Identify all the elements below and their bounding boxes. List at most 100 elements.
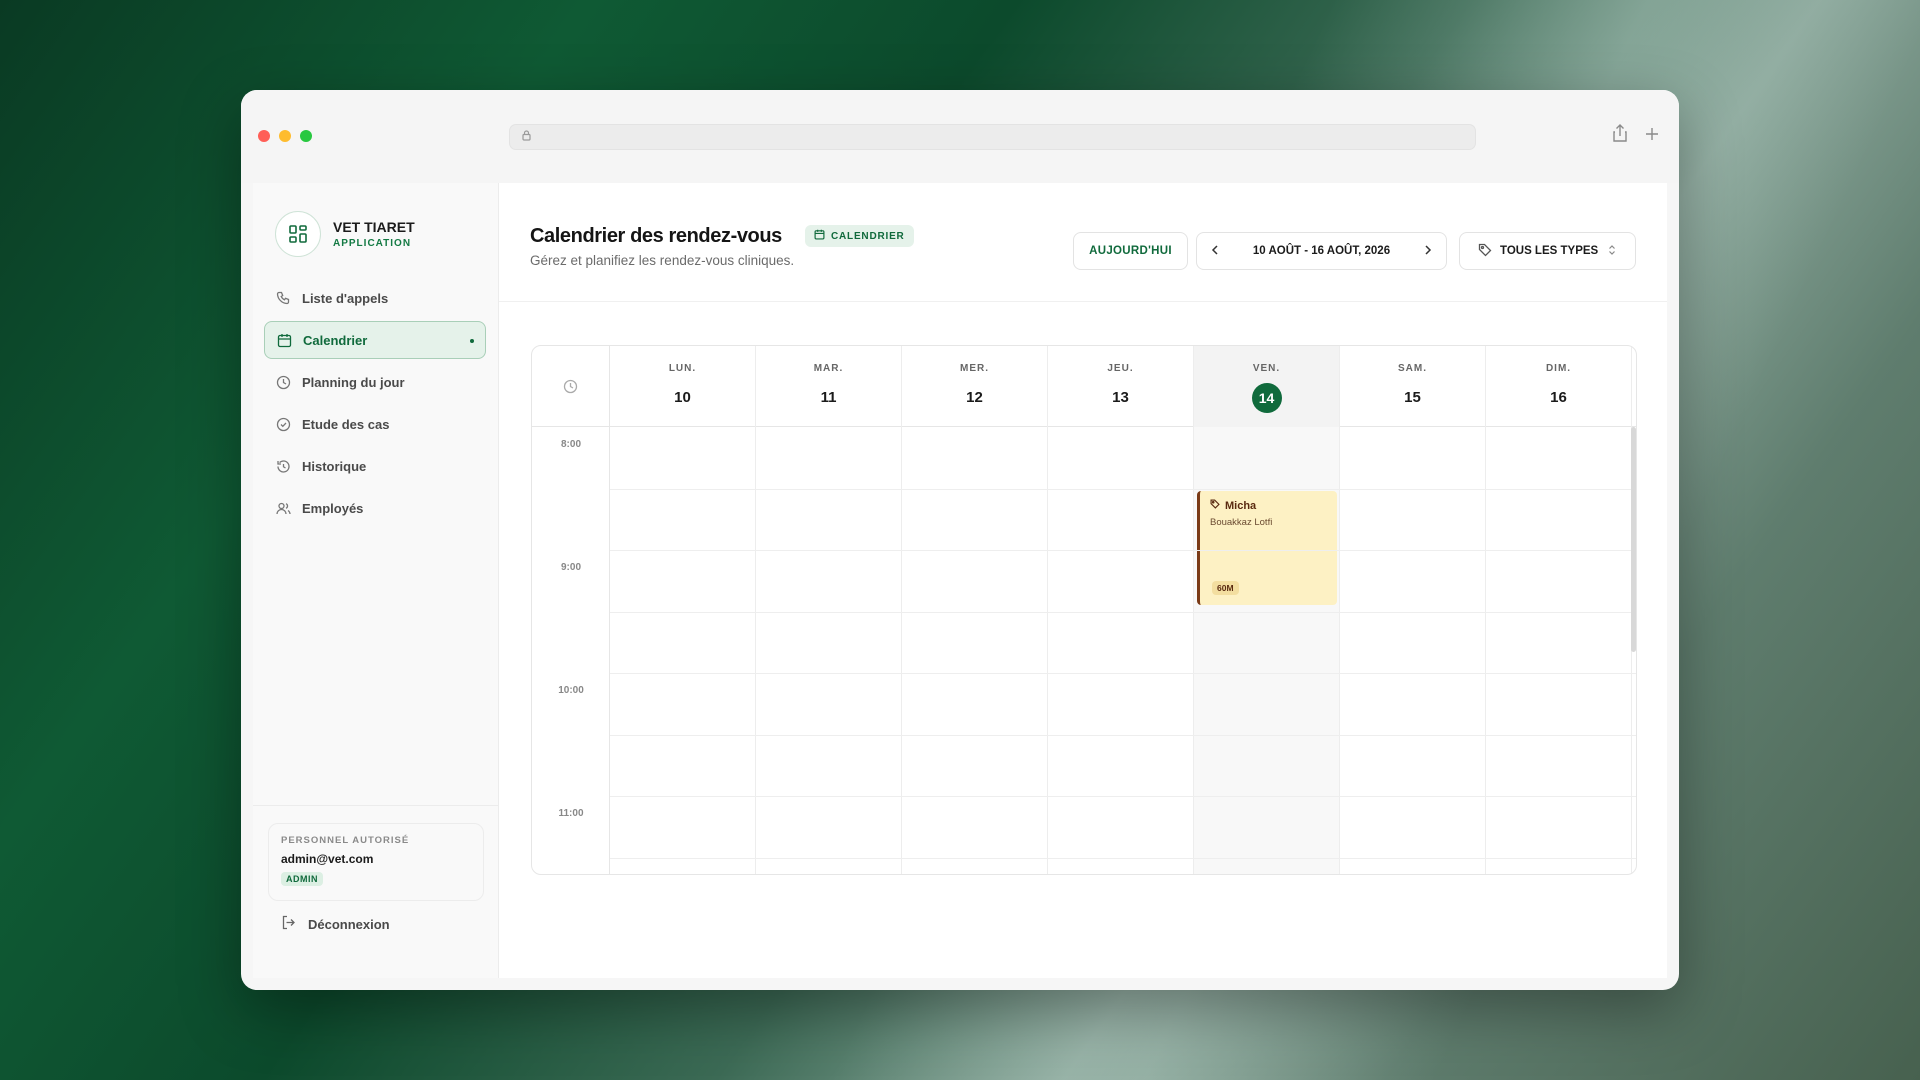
sidebar-item-label: Calendrier — [303, 332, 368, 348]
today-button[interactable]: AUJOURD'HUI — [1073, 232, 1188, 270]
appointment-owner: Bouakkaz Lotfi — [1210, 517, 1273, 528]
history-icon — [275, 458, 291, 474]
header-divider — [499, 301, 1667, 302]
calendar-header: LUN. 10 MAR. 11 MER. 12 JEU. 13 VEN. 14 SAM. 15 DIM.… — [532, 346, 1636, 427]
sidebar-item-historique[interactable]: Historique — [264, 447, 486, 485]
grid-line — [610, 611, 1636, 613]
day-column[interactable] — [756, 427, 902, 874]
day-header[interactable]: VEN. 14 — [1194, 346, 1340, 427]
day-number: 12 — [966, 389, 983, 406]
day-header[interactable]: SAM. 15 — [1340, 346, 1486, 427]
sidebar-item-label: Employés — [302, 500, 364, 516]
day-header[interactable]: LUN. 10 — [610, 346, 756, 427]
calendar-badge-label: CALENDRIER — [831, 230, 905, 242]
day-column[interactable] — [1340, 427, 1486, 874]
sidebar-item-liste-appels[interactable]: Liste d'appels — [264, 279, 486, 317]
calendar-badge: CALENDRIER — [805, 225, 914, 247]
sidebar-item-label: Liste d'appels — [302, 290, 389, 306]
day-header[interactable]: MER. 12 — [902, 346, 1048, 427]
clock-icon — [275, 374, 291, 390]
check-circle-icon — [275, 416, 291, 432]
chevron-up-down-icon — [1608, 244, 1616, 259]
appointment-duration: 60M — [1212, 581, 1239, 595]
week-calendar: LUN. 10 MAR. 11 MER. 12 JEU. 13 VEN. 14 SAM. 15 DIM.… — [531, 345, 1637, 875]
dashboard-icon — [275, 211, 321, 257]
day-number: 14 — [1251, 383, 1282, 413]
calendar-scrollbar[interactable] — [1631, 427, 1636, 652]
day-number: 16 — [1550, 389, 1567, 406]
tag-icon — [1210, 499, 1220, 512]
sidebar-item-employes[interactable]: Employés — [264, 489, 486, 527]
sidebar: VET TIARET APPLICATION Liste d'appels Ca… — [253, 183, 499, 978]
previous-week-icon[interactable] — [1211, 244, 1219, 258]
grid-line — [610, 673, 1636, 674]
sidebar-item-label: Planning du jour — [302, 374, 405, 390]
day-column[interactable] — [610, 427, 756, 874]
sidebar-item-etude-des-cas[interactable]: Etude des cas — [264, 405, 486, 443]
date-range-label: 10 AOÛT - 16 AOÛT, 2026 — [1252, 245, 1391, 257]
day-number: 13 — [1112, 389, 1129, 406]
calendar-icon — [276, 332, 292, 348]
day-header[interactable]: DIM. 16 — [1486, 346, 1632, 427]
calendar-icon — [814, 229, 825, 243]
day-number: 10 — [674, 389, 691, 406]
grid-line — [610, 796, 1636, 797]
logout-label: Déconnexion — [308, 916, 390, 932]
sidebar-item-planning-du-jour[interactable]: Planning du jour — [264, 363, 486, 401]
type-filter-label: TOUS LES TYPES — [1500, 245, 1599, 257]
day-name: VEN. — [1252, 363, 1281, 374]
user-card: PERSONNEL AUTORISÉ admin@vet.com ADMIN — [268, 823, 484, 901]
grid-line — [610, 550, 1636, 551]
users-icon — [275, 500, 291, 516]
address-bar[interactable] — [509, 124, 1476, 150]
brand: VET TIARET APPLICATION — [275, 211, 415, 257]
sidebar-item-label: Etude des cas — [302, 416, 390, 432]
day-name: JEU. — [1107, 363, 1134, 374]
main-panel: Calendrier des rendez-vous CALENDRIER Gé… — [499, 183, 1667, 978]
appointment-card[interactable]: Micha Bouakkaz Lotfi 60M — [1197, 491, 1337, 605]
close-window-button[interactable] — [258, 130, 270, 142]
page-title: Calendrier des rendez-vous — [530, 225, 782, 247]
role-badge: ADMIN — [281, 872, 323, 886]
time-label: 10:00 — [558, 685, 584, 696]
time-column: 8:009:0010:0011:0012:00 — [532, 427, 610, 874]
logout-button[interactable]: Déconnexion — [281, 915, 390, 933]
day-name: SAM. — [1398, 363, 1427, 374]
sidebar-item-calendrier[interactable]: Calendrier — [264, 321, 486, 359]
type-filter-select[interactable]: TOUS LES TYPES — [1459, 232, 1636, 270]
day-header[interactable]: JEU. 13 — [1048, 346, 1194, 427]
browser-titlebar — [241, 90, 1679, 183]
day-number: 11 — [820, 389, 837, 406]
time-label: 9:00 — [560, 562, 581, 573]
minimize-window-button[interactable] — [279, 130, 291, 142]
grid-line — [610, 857, 1636, 859]
window-controls — [258, 130, 312, 142]
active-indicator — [470, 339, 474, 343]
day-name: DIM. — [1545, 363, 1572, 374]
brand-name: VET TIARET — [333, 219, 415, 235]
day-column[interactable] — [1486, 427, 1632, 874]
day-name: MER. — [960, 363, 989, 374]
new-tab-icon[interactable] — [1641, 124, 1663, 146]
share-icon[interactable] — [1609, 124, 1631, 146]
grid-line — [610, 488, 1636, 490]
time-label: 11:00 — [558, 808, 584, 819]
day-column[interactable]: Micha Bouakkaz Lotfi 60M — [1194, 427, 1340, 874]
grid-line — [610, 734, 1636, 736]
time-label: 8:00 — [560, 439, 581, 450]
day-column[interactable] — [1048, 427, 1194, 874]
logout-icon — [281, 915, 296, 933]
tag-icon — [1478, 243, 1492, 260]
browser-window: VET TIARET APPLICATION Liste d'appels Ca… — [241, 90, 1679, 990]
day-header[interactable]: MAR. 11 — [756, 346, 902, 427]
next-week-icon[interactable] — [1424, 244, 1432, 258]
maximize-window-button[interactable] — [300, 130, 312, 142]
sidebar-nav: Liste d'appels Calendrier Planning du jo… — [264, 279, 486, 531]
appointment-pet-name: Micha — [1225, 499, 1257, 512]
day-name: LUN. — [668, 363, 697, 374]
user-card-label: PERSONNEL AUTORISÉ — [281, 835, 410, 846]
brand-subtitle: APPLICATION — [333, 238, 412, 249]
day-column[interactable] — [902, 427, 1048, 874]
user-email: admin@vet.com — [281, 852, 374, 866]
sidebar-divider — [253, 805, 498, 806]
